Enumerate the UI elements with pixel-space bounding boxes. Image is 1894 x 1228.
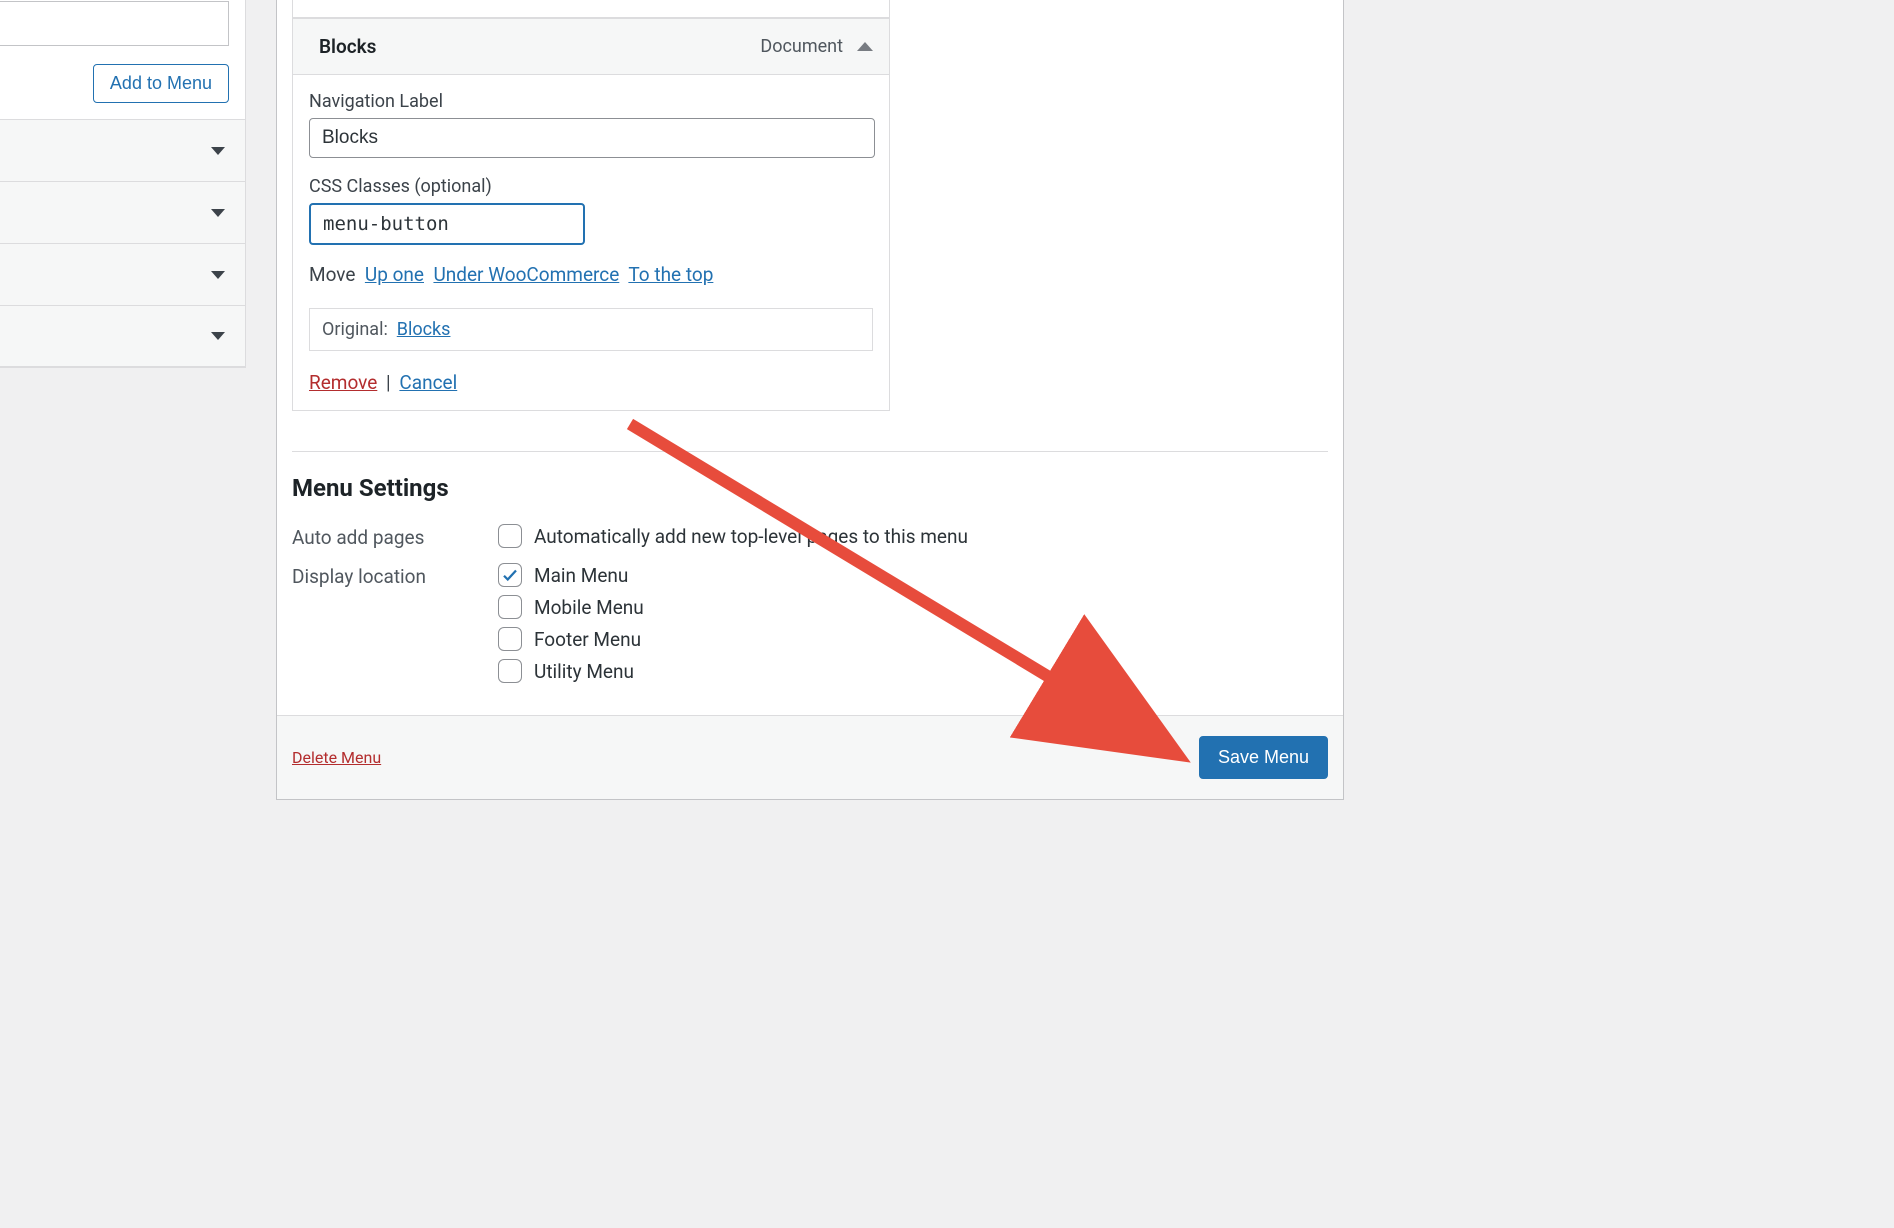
- display-location-text: Footer Menu: [534, 628, 641, 651]
- sidebar-content-box: [0, 1, 229, 46]
- sidebar-accordion-panel: Add to Menu: [0, 0, 246, 368]
- original-box: Original: Blocks: [309, 308, 873, 351]
- original-link[interactable]: Blocks: [397, 319, 451, 340]
- remove-link[interactable]: Remove: [309, 371, 377, 394]
- original-label: Original:: [322, 319, 388, 340]
- caret-down-icon: [211, 271, 225, 279]
- caret-down-icon: [211, 209, 225, 217]
- checkbox-checked[interactable]: [498, 563, 522, 587]
- auto-add-pages-option[interactable]: Automatically add new top-level pages to…: [498, 524, 968, 548]
- cancel-link[interactable]: Cancel: [399, 371, 457, 394]
- display-location-option[interactable]: Footer Menu: [498, 627, 644, 651]
- move-under-link[interactable]: Under WooCommerce: [433, 263, 619, 286]
- css-classes-input[interactable]: [309, 203, 585, 245]
- checkbox-unchecked[interactable]: [498, 659, 522, 683]
- menu-item-type-label: Document: [760, 36, 843, 57]
- menu-item-card: Blocks Document Navigation Label CSS Cla…: [292, 18, 890, 411]
- delete-menu-link[interactable]: Delete Menu: [292, 748, 381, 767]
- nav-label-input[interactable]: [309, 118, 875, 158]
- caret-down-icon: [211, 147, 225, 155]
- save-menu-button[interactable]: Save Menu: [1199, 736, 1328, 779]
- menu-item-title: Blocks: [319, 35, 376, 58]
- separator: |: [382, 371, 395, 394]
- caret-down-icon: [211, 332, 225, 340]
- menu-structure-panel: Blocks Document Navigation Label CSS Cla…: [276, 0, 1344, 800]
- nav-label-label: Navigation Label: [309, 91, 873, 112]
- menu-settings-heading: Menu Settings: [292, 474, 1328, 502]
- display-location-text: Mobile Menu: [534, 596, 644, 619]
- move-label: Move: [309, 263, 355, 286]
- collapse-up-icon: [857, 42, 873, 51]
- display-location-option[interactable]: Utility Menu: [498, 659, 644, 683]
- display-location-option[interactable]: Main Menu: [498, 563, 644, 587]
- sidebar-accordion-item[interactable]: [0, 181, 245, 243]
- sidebar-accordion-item[interactable]: [0, 243, 245, 305]
- checkbox-unchecked[interactable]: [498, 524, 522, 548]
- menu-item-header[interactable]: Blocks Document: [293, 19, 889, 75]
- css-classes-label: CSS Classes (optional): [309, 176, 873, 197]
- display-location-text: Utility Menu: [534, 660, 634, 683]
- auto-add-pages-text: Automatically add new top-level pages to…: [534, 525, 968, 548]
- move-top-link[interactable]: To the top: [628, 263, 713, 286]
- sidebar-accordion-item[interactable]: [0, 119, 245, 181]
- auto-add-pages-label: Auto add pages: [292, 524, 498, 549]
- checkbox-unchecked[interactable]: [498, 627, 522, 651]
- display-location-text: Main Menu: [534, 564, 628, 587]
- move-up-link[interactable]: Up one: [365, 263, 424, 286]
- sidebar-accordion-item[interactable]: [0, 305, 245, 367]
- prev-menu-item-fragment: [292, 0, 890, 18]
- add-to-menu-button[interactable]: Add to Menu: [93, 64, 229, 103]
- display-location-option[interactable]: Mobile Menu: [498, 595, 644, 619]
- display-location-label: Display location: [292, 563, 498, 588]
- checkbox-unchecked[interactable]: [498, 595, 522, 619]
- panel-footer: Delete Menu Save Menu: [277, 715, 1343, 799]
